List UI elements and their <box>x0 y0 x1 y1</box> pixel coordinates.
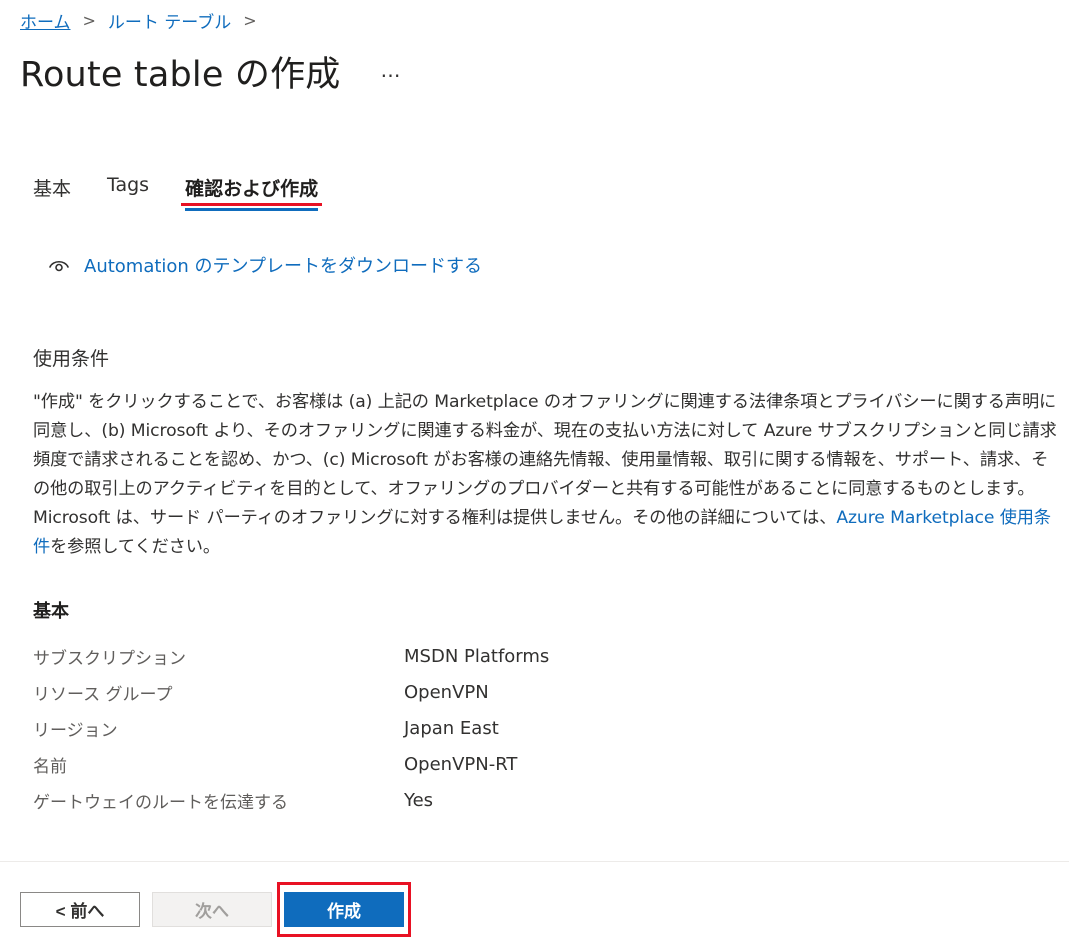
create-button[interactable]: 作成 <box>284 892 404 927</box>
tab-basics[interactable]: 基本 <box>33 174 71 211</box>
breadcrumb-separator: > <box>82 11 96 30</box>
summary-row-propagate-gateway-routes: ゲートウェイのルートを伝達する Yes <box>33 782 549 818</box>
terms-text-end: を参照してください。 <box>50 537 220 557</box>
tab-red-highlight <box>181 203 323 206</box>
terms-heading: 使用条件 <box>33 348 110 370</box>
next-button[interactable]: 次へ <box>152 892 272 927</box>
automation-link-label: Automation のテンプレートをダウンロードする <box>84 256 483 277</box>
region-label: リージョン <box>33 720 118 741</box>
resource-group-value: OpenVPN <box>404 681 489 703</box>
tab-review-create[interactable]: 確認および作成 <box>181 174 323 211</box>
wizard-tabs: 基本 Tags 確認および作成 <box>33 174 354 211</box>
resource-group-label: リソース グループ <box>33 684 173 705</box>
summary-row-resource-group: リソース グループ OpenVPN <box>33 674 549 710</box>
propagate-gateway-routes-label: ゲートウェイのルートを伝達する <box>33 792 288 813</box>
footer-divider <box>0 861 1069 862</box>
subscription-label: サブスクリプション <box>33 648 186 669</box>
tab-active-indicator <box>185 208 319 211</box>
terms-text: "作成" をクリックすることで、お客様は (a) 上記の Marketplace… <box>33 388 1063 562</box>
page-title: Route table の作成 <box>20 55 341 95</box>
breadcrumb-separator: > <box>243 11 257 30</box>
tab-tags[interactable]: Tags <box>107 174 149 211</box>
more-options-button[interactable]: … <box>381 58 401 82</box>
propagate-gateway-routes-value: Yes <box>404 789 434 811</box>
previous-button[interactable]: < 前へ <box>20 892 140 927</box>
basics-heading: 基本 <box>33 601 69 622</box>
breadcrumb-home-link[interactable]: ホーム <box>20 8 71 33</box>
breadcrumb-route-tables-link[interactable]: ルート テーブル <box>108 8 231 33</box>
title-row: Route table の作成 … <box>20 46 401 97</box>
summary-row-subscription: サブスクリプション MSDN Platforms <box>33 638 549 674</box>
summary-row-name: 名前 OpenVPN-RT <box>33 746 549 782</box>
name-value: OpenVPN-RT <box>404 753 518 775</box>
tab-review-create-label: 確認および作成 <box>185 178 319 200</box>
name-label: 名前 <box>33 756 67 777</box>
region-value: Japan East <box>404 717 499 739</box>
subscription-value: MSDN Platforms <box>404 645 550 667</box>
eye-icon <box>49 260 69 272</box>
download-automation-template-link[interactable]: Automation のテンプレートをダウンロードする <box>48 252 482 278</box>
basics-summary: サブスクリプション MSDN Platforms リソース グループ OpenV… <box>33 638 549 818</box>
summary-row-region: リージョン Japan East <box>33 710 549 746</box>
breadcrumb: ホーム > ルート テーブル > <box>20 8 269 33</box>
